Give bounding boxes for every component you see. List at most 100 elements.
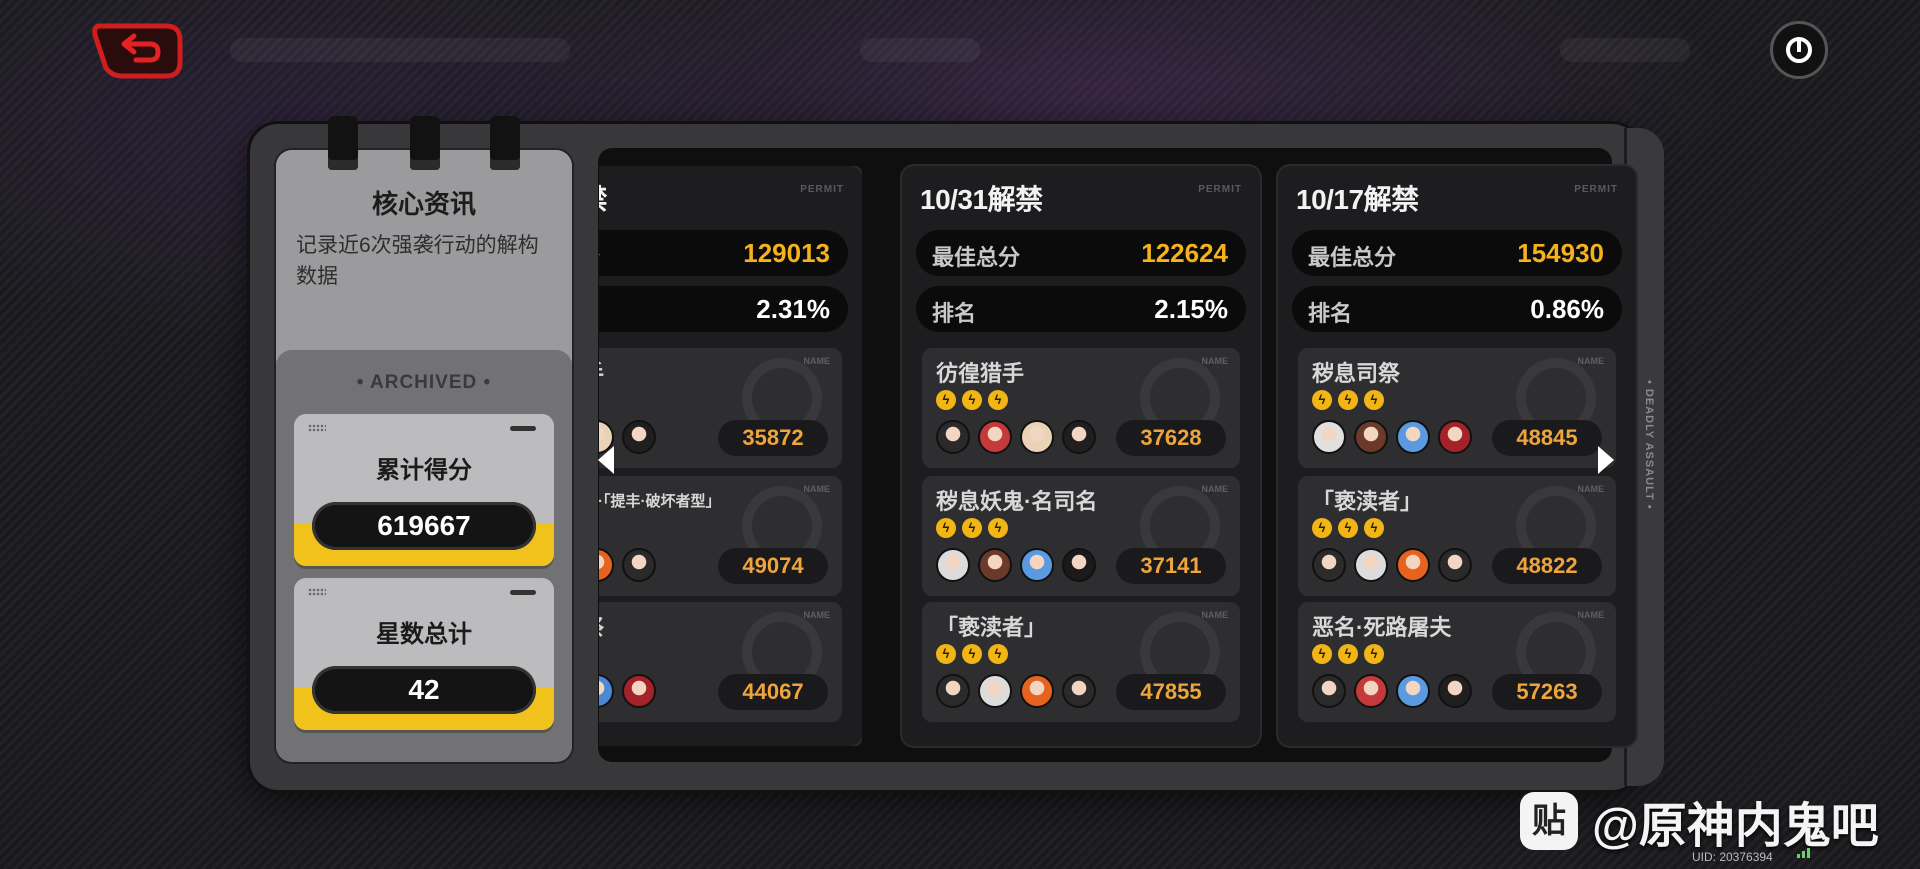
agent-avatar (622, 674, 656, 708)
agent-avatar (936, 674, 970, 708)
rank-value: 0.86% (1530, 294, 1604, 324)
star-rating: ϟϟϟ (1312, 644, 1384, 664)
power-button[interactable] (1770, 21, 1828, 79)
team-score: 48845 (1492, 420, 1602, 456)
agent-avatar (978, 674, 1012, 708)
scroll-left-arrow[interactable] (598, 446, 614, 474)
agent-avatar (1396, 548, 1430, 582)
name-tag: NAME (1201, 484, 1229, 494)
dash-decor (510, 590, 536, 595)
agent-avatar (1062, 420, 1096, 454)
team-record[interactable]: NAME 秽息司祭 ϟϟϟ 48845 (1298, 348, 1616, 468)
team-avatars (936, 674, 1096, 708)
boss-name: 彷徨猎手 (936, 361, 1025, 386)
total-stars-card: 星数总计 42 (294, 578, 554, 730)
total-score-label: 累计得分 (376, 457, 472, 484)
agent-avatar (1020, 674, 1054, 708)
star-icon: ϟ (936, 644, 956, 664)
permit-tag: PERMIT (800, 184, 844, 195)
star-icon: ϟ (936, 518, 956, 538)
rank-value: 2.31% (756, 294, 830, 324)
best-total-value: 122624 (1141, 238, 1228, 268)
column-title: 10/31解禁 (920, 184, 1043, 215)
best-total-row: 最佳总分 122624 (916, 230, 1246, 276)
team-score: 48822 (1492, 548, 1602, 584)
best-total-label: 最佳总分 (1308, 245, 1397, 270)
agent-avatar (1312, 420, 1346, 454)
agent-avatar (936, 548, 970, 582)
star-rating: ϟϟϟ (936, 518, 1008, 538)
agent-avatar (622, 548, 656, 582)
core-info-title: 核心资讯 (371, 189, 476, 219)
agent-avatar (978, 548, 1012, 582)
back-icon (92, 23, 183, 79)
star-icon: ϟ (1312, 644, 1332, 664)
agent-avatar (1396, 674, 1430, 708)
team-record[interactable]: NAME 秽息妖鬼·名司名 ϟϟϟ 37141 (922, 476, 1240, 596)
agent-avatar (1354, 548, 1388, 582)
dots-decor (308, 424, 326, 432)
blurred-header (860, 38, 980, 62)
best-total-value: 129013 (743, 238, 830, 268)
scroll-right-arrow[interactable] (1598, 446, 1614, 474)
star-rating: ϟϟϟ (1312, 518, 1384, 538)
total-score-value: 619667 (312, 502, 536, 550)
agent-avatar (1438, 420, 1472, 454)
agent-avatar (1020, 548, 1054, 582)
name-tag: NAME (1577, 484, 1605, 494)
star-rating: ϟϟϟ (936, 390, 1008, 410)
signal-icon (1797, 848, 1810, 858)
agent-avatar (1354, 420, 1388, 454)
team-score: 57263 (1492, 674, 1602, 710)
name-tag: NAME (1201, 356, 1229, 366)
name-tag: NAME (1577, 356, 1605, 366)
agent-avatar (1062, 548, 1096, 582)
best-total-label: 最佳总分 (932, 245, 1021, 270)
rank-label: 排名 (932, 301, 977, 326)
blurred-header (230, 38, 570, 62)
star-icon: ϟ (988, 644, 1008, 664)
rank-label: 排名 (1308, 301, 1353, 326)
blurred-header (1560, 38, 1690, 62)
team-record[interactable]: NAME 「亵渎者」 ϟϟϟ 48822 (1298, 476, 1616, 596)
team-record[interactable]: NAME 「亵渎者」 ϟϟϟ 47855 (922, 602, 1240, 722)
team-score: 35872 (718, 420, 828, 456)
star-icon: ϟ (988, 518, 1008, 538)
star-icon: ϟ (1364, 518, 1384, 538)
column-title: 10/17解禁 (1296, 184, 1419, 215)
team-avatars (1312, 420, 1472, 454)
name-tag: NAME (803, 484, 831, 494)
star-icon: ϟ (1338, 644, 1358, 664)
star-icon: ϟ (1338, 518, 1358, 538)
name-tag: NAME (803, 610, 831, 620)
agent-avatar (936, 420, 970, 454)
team-score: 37628 (1116, 420, 1226, 456)
star-icon: ϟ (962, 390, 982, 410)
name-tag: NAME (803, 356, 831, 366)
total-stars-value: 42 (312, 666, 536, 714)
rank-row: 排名 2.15% (916, 286, 1246, 332)
star-icon: ϟ (936, 390, 956, 410)
rank-row: 排名 0.86% (1292, 286, 1622, 332)
dash-decor (510, 426, 536, 431)
star-icon: ϟ (962, 518, 982, 538)
star-rating: ϟϟϟ (936, 644, 1008, 664)
agent-avatar (1312, 674, 1346, 708)
star-icon: ϟ (988, 390, 1008, 410)
rank-value: 2.15% (1154, 294, 1228, 324)
back-button[interactable] (92, 22, 184, 80)
tieba-logo: 贴 (1520, 792, 1578, 850)
team-score: 44067 (718, 674, 828, 710)
binder-clip (490, 116, 520, 170)
boss-name: 「亵渎者」 (1312, 489, 1423, 514)
team-record[interactable]: NAME 恶名·死路屠夫 ϟϟϟ 57263 (1298, 602, 1616, 722)
agent-avatar (1354, 674, 1388, 708)
star-icon: ϟ (962, 644, 982, 664)
star-icon: ϟ (1312, 518, 1332, 538)
team-avatars (936, 420, 1096, 454)
team-record[interactable]: NAME 彷徨猎手 ϟϟϟ 37628 (922, 348, 1240, 468)
agent-avatar (1020, 420, 1054, 454)
star-icon: ϟ (1338, 390, 1358, 410)
star-icon: ϟ (1364, 644, 1384, 664)
dots-decor (308, 588, 326, 596)
